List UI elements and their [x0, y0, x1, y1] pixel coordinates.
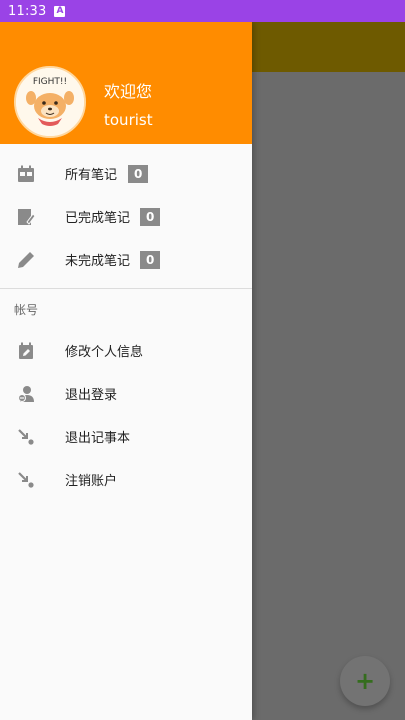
exit-arrow-icon: [16, 427, 36, 447]
menu-item-label: 退出记事本: [65, 431, 131, 446]
menu-item-edit-profile[interactable]: 修改个人信息: [0, 329, 252, 372]
notification-icon: A: [54, 5, 66, 17]
pencil-icon: [16, 250, 36, 270]
cancel-account-icon: [16, 470, 36, 490]
welcome-text: 欢迎您: [104, 82, 153, 101]
menu-item-exit-notepad[interactable]: 退出记事本: [0, 415, 252, 458]
menu-item-label: 修改个人信息: [65, 345, 144, 360]
avatar-image: FIGHT!!: [16, 68, 84, 136]
status-bar: 11:33 A: [0, 0, 405, 22]
drawer-header: FIGHT!! 欢迎您 tourist: [0, 22, 252, 144]
status-time: 11:33: [8, 3, 47, 19]
avatar[interactable]: FIGHT!!: [14, 66, 86, 138]
menu-item-cancel-account[interactable]: 注销账户: [0, 458, 252, 501]
menu-item-label: 所有笔记: [65, 168, 118, 183]
calendar-icon: [16, 164, 36, 184]
avatar-text: FIGHT!!: [33, 77, 67, 87]
navigation-drawer: FIGHT!! 欢迎您 tourist 所有笔记 0 已完成笔记 0 未完成笔记…: [0, 22, 252, 720]
app-toolbar: [252, 22, 405, 72]
menu-item-label: 未完成笔记: [65, 254, 131, 269]
menu-item-uncompleted-notes[interactable]: 未完成笔记 0: [0, 238, 252, 281]
menu-item-label: 退出登录: [65, 388, 118, 403]
menu-item-all-notes[interactable]: 所有笔记 0: [0, 152, 252, 195]
menu-item-completed-notes[interactable]: 已完成笔记 0: [0, 195, 252, 238]
edit-calendar-icon: [16, 341, 36, 361]
username: tourist: [104, 111, 153, 129]
add-note-button[interactable]: +: [340, 656, 390, 706]
menu-item-label: 已完成笔记: [65, 211, 131, 226]
account-remove-icon: [16, 384, 36, 404]
account-section-title: 帐号: [14, 302, 39, 317]
count-badge: 0: [140, 207, 161, 226]
notes-menu: 所有笔记 0 已完成笔记 0 未完成笔记 0 帐号 修改个人信息 退出登录 退出…: [0, 144, 252, 501]
app-content: [252, 72, 405, 720]
count-badge: 0: [140, 250, 161, 269]
menu-item-logout[interactable]: 退出登录: [0, 372, 252, 415]
menu-item-label: 注销账户: [65, 474, 118, 489]
count-badge: 0: [128, 164, 149, 183]
edit-note-icon: [16, 207, 36, 227]
